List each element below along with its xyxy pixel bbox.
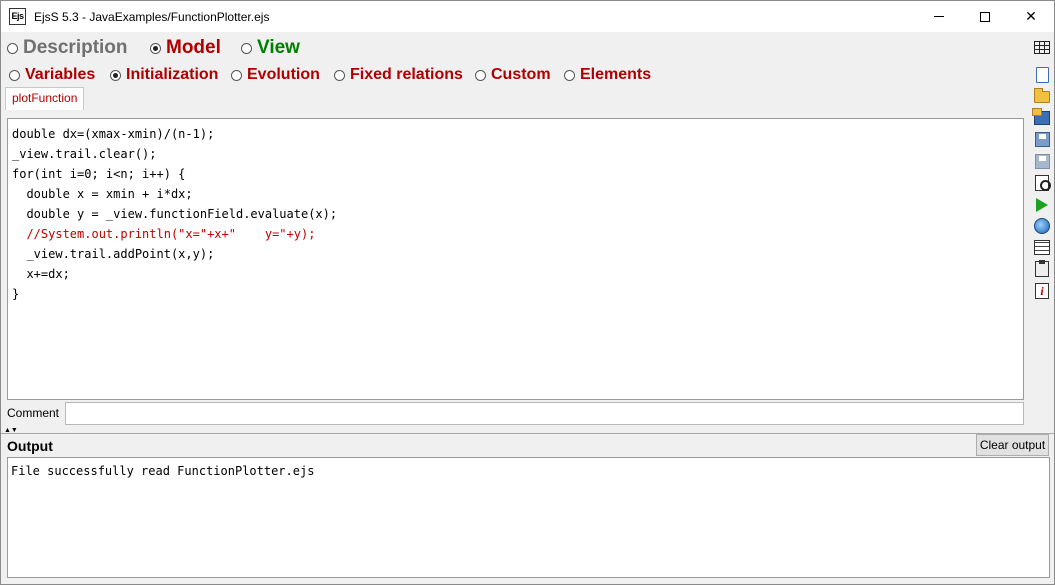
maximize-button[interactable]	[962, 1, 1008, 32]
open-folder-icon	[1034, 87, 1050, 103]
comment-input[interactable]	[65, 402, 1024, 425]
options-icon	[1035, 260, 1049, 278]
web-icon	[1034, 218, 1050, 235]
code-line: for(int i=0; i<n; i++) {	[12, 167, 186, 181]
app-logo-icon: Ejs	[9, 8, 26, 25]
tab-description[interactable]: Description	[7, 37, 128, 59]
subtab-elements-label: Elements	[580, 66, 652, 83]
radio-elements[interactable]	[564, 69, 575, 81]
new-file-icon	[1035, 67, 1049, 83]
subtab-variables[interactable]: Variables	[9, 66, 95, 84]
open-button[interactable]	[1033, 87, 1051, 106]
new-file-button[interactable]	[1033, 66, 1051, 84]
radio-model[interactable]	[150, 42, 161, 54]
options-button[interactable]	[1033, 260, 1051, 278]
subtab-variables-label: Variables	[25, 66, 96, 83]
code-line: double x = xmin + i*dx;	[12, 187, 193, 201]
subtab-custom[interactable]: Custom	[475, 66, 551, 84]
clear-output-button[interactable]: Clear output	[976, 434, 1049, 456]
comment-label: Comment	[7, 406, 60, 420]
code-line: double y = _view.functionField.evaluate(…	[12, 207, 338, 221]
subtab-fixed-relations-label: Fixed relations	[350, 66, 463, 83]
radio-description[interactable]	[7, 42, 18, 54]
subtab-fixed-relations[interactable]: Fixed relations	[334, 66, 463, 84]
output-area[interactable]: File successfully read FunctionPlotter.e…	[7, 457, 1050, 578]
splitter[interactable]	[1, 427, 1054, 434]
minimize-button[interactable]	[916, 1, 962, 32]
search-button[interactable]	[1033, 174, 1051, 192]
save-as-button[interactable]	[1033, 152, 1051, 170]
save-icon	[1034, 132, 1050, 148]
run-icon	[1036, 197, 1048, 212]
save-as-icon	[1034, 153, 1050, 169]
radio-initialization[interactable]	[110, 69, 121, 81]
radio-variables[interactable]	[9, 69, 20, 81]
page-tab-plotfunction[interactable]: plotFunction	[5, 87, 85, 110]
code-line: double dx=(xmax-xmin)/(n-1);	[12, 127, 215, 141]
radio-custom[interactable]	[475, 69, 486, 81]
save-button[interactable]	[1033, 131, 1051, 149]
subtab-evolution-label: Evolution	[247, 66, 320, 83]
tab-model-label: Model	[166, 37, 221, 58]
window-title: EjsS 5.3 - JavaExamples/FunctionPlotter.…	[34, 9, 270, 24]
subtab-custom-label: Custom	[491, 66, 551, 83]
layers-icon	[1034, 240, 1050, 256]
subtab-initialization[interactable]: Initialization	[110, 66, 218, 84]
subtab-evolution[interactable]: Evolution	[231, 66, 320, 84]
code-line: _view.trail.clear();	[12, 147, 157, 161]
tab-model[interactable]: Model	[150, 37, 221, 59]
subtab-initialization-label: Initialization	[126, 66, 219, 83]
info-icon: i	[1035, 282, 1049, 299]
radio-view[interactable]	[241, 42, 252, 54]
minimize-icon	[934, 16, 944, 17]
tab-view[interactable]: View	[241, 37, 300, 59]
open-simulation-icon	[1032, 108, 1050, 126]
model-subtabs: Variables Initialization Evolution Fixed…	[1, 64, 1028, 86]
title-bar: Ejs EjsS 5.3 - JavaExamples/FunctionPlot…	[1, 1, 1054, 32]
code-line: x+=dx;	[12, 267, 70, 281]
radio-fixed-relations[interactable]	[334, 69, 345, 81]
code-editor[interactable]: double dx=(xmax-xmin)/(n-1); _view.trail…	[7, 118, 1024, 400]
page-tab-label: plotFunction	[12, 91, 78, 105]
subtab-elements[interactable]: Elements	[564, 66, 651, 84]
close-icon: ✕	[1025, 8, 1037, 24]
app-window: Ejs EjsS 5.3 - JavaExamples/FunctionPlot…	[0, 0, 1055, 585]
run-button[interactable]	[1033, 196, 1051, 214]
output-text: File successfully read FunctionPlotter.e…	[11, 464, 315, 478]
main-tabs: Description Model View	[1, 32, 1054, 63]
code-line: }	[12, 287, 20, 301]
close-button[interactable]: ✕	[1008, 1, 1054, 32]
radio-evolution[interactable]	[231, 69, 242, 81]
splitter-arrows-icon[interactable]: ▲▼	[4, 427, 18, 434]
right-toolbar: i	[1032, 66, 1054, 304]
tab-view-label: View	[257, 37, 300, 58]
table-grid-icon[interactable]	[1034, 41, 1050, 54]
code-comment-line: //System.out.println("x="+x+" y="+y);	[12, 227, 316, 241]
open-simulation-button[interactable]	[1032, 108, 1051, 127]
search-icon	[1035, 174, 1051, 191]
layers-button[interactable]	[1033, 239, 1051, 257]
info-button[interactable]: i	[1033, 282, 1051, 300]
code-line: _view.trail.addPoint(x,y);	[12, 247, 215, 261]
web-button[interactable]	[1033, 217, 1051, 235]
tab-description-label: Description	[23, 37, 128, 58]
output-title: Output	[7, 438, 53, 454]
maximize-icon	[980, 11, 990, 22]
